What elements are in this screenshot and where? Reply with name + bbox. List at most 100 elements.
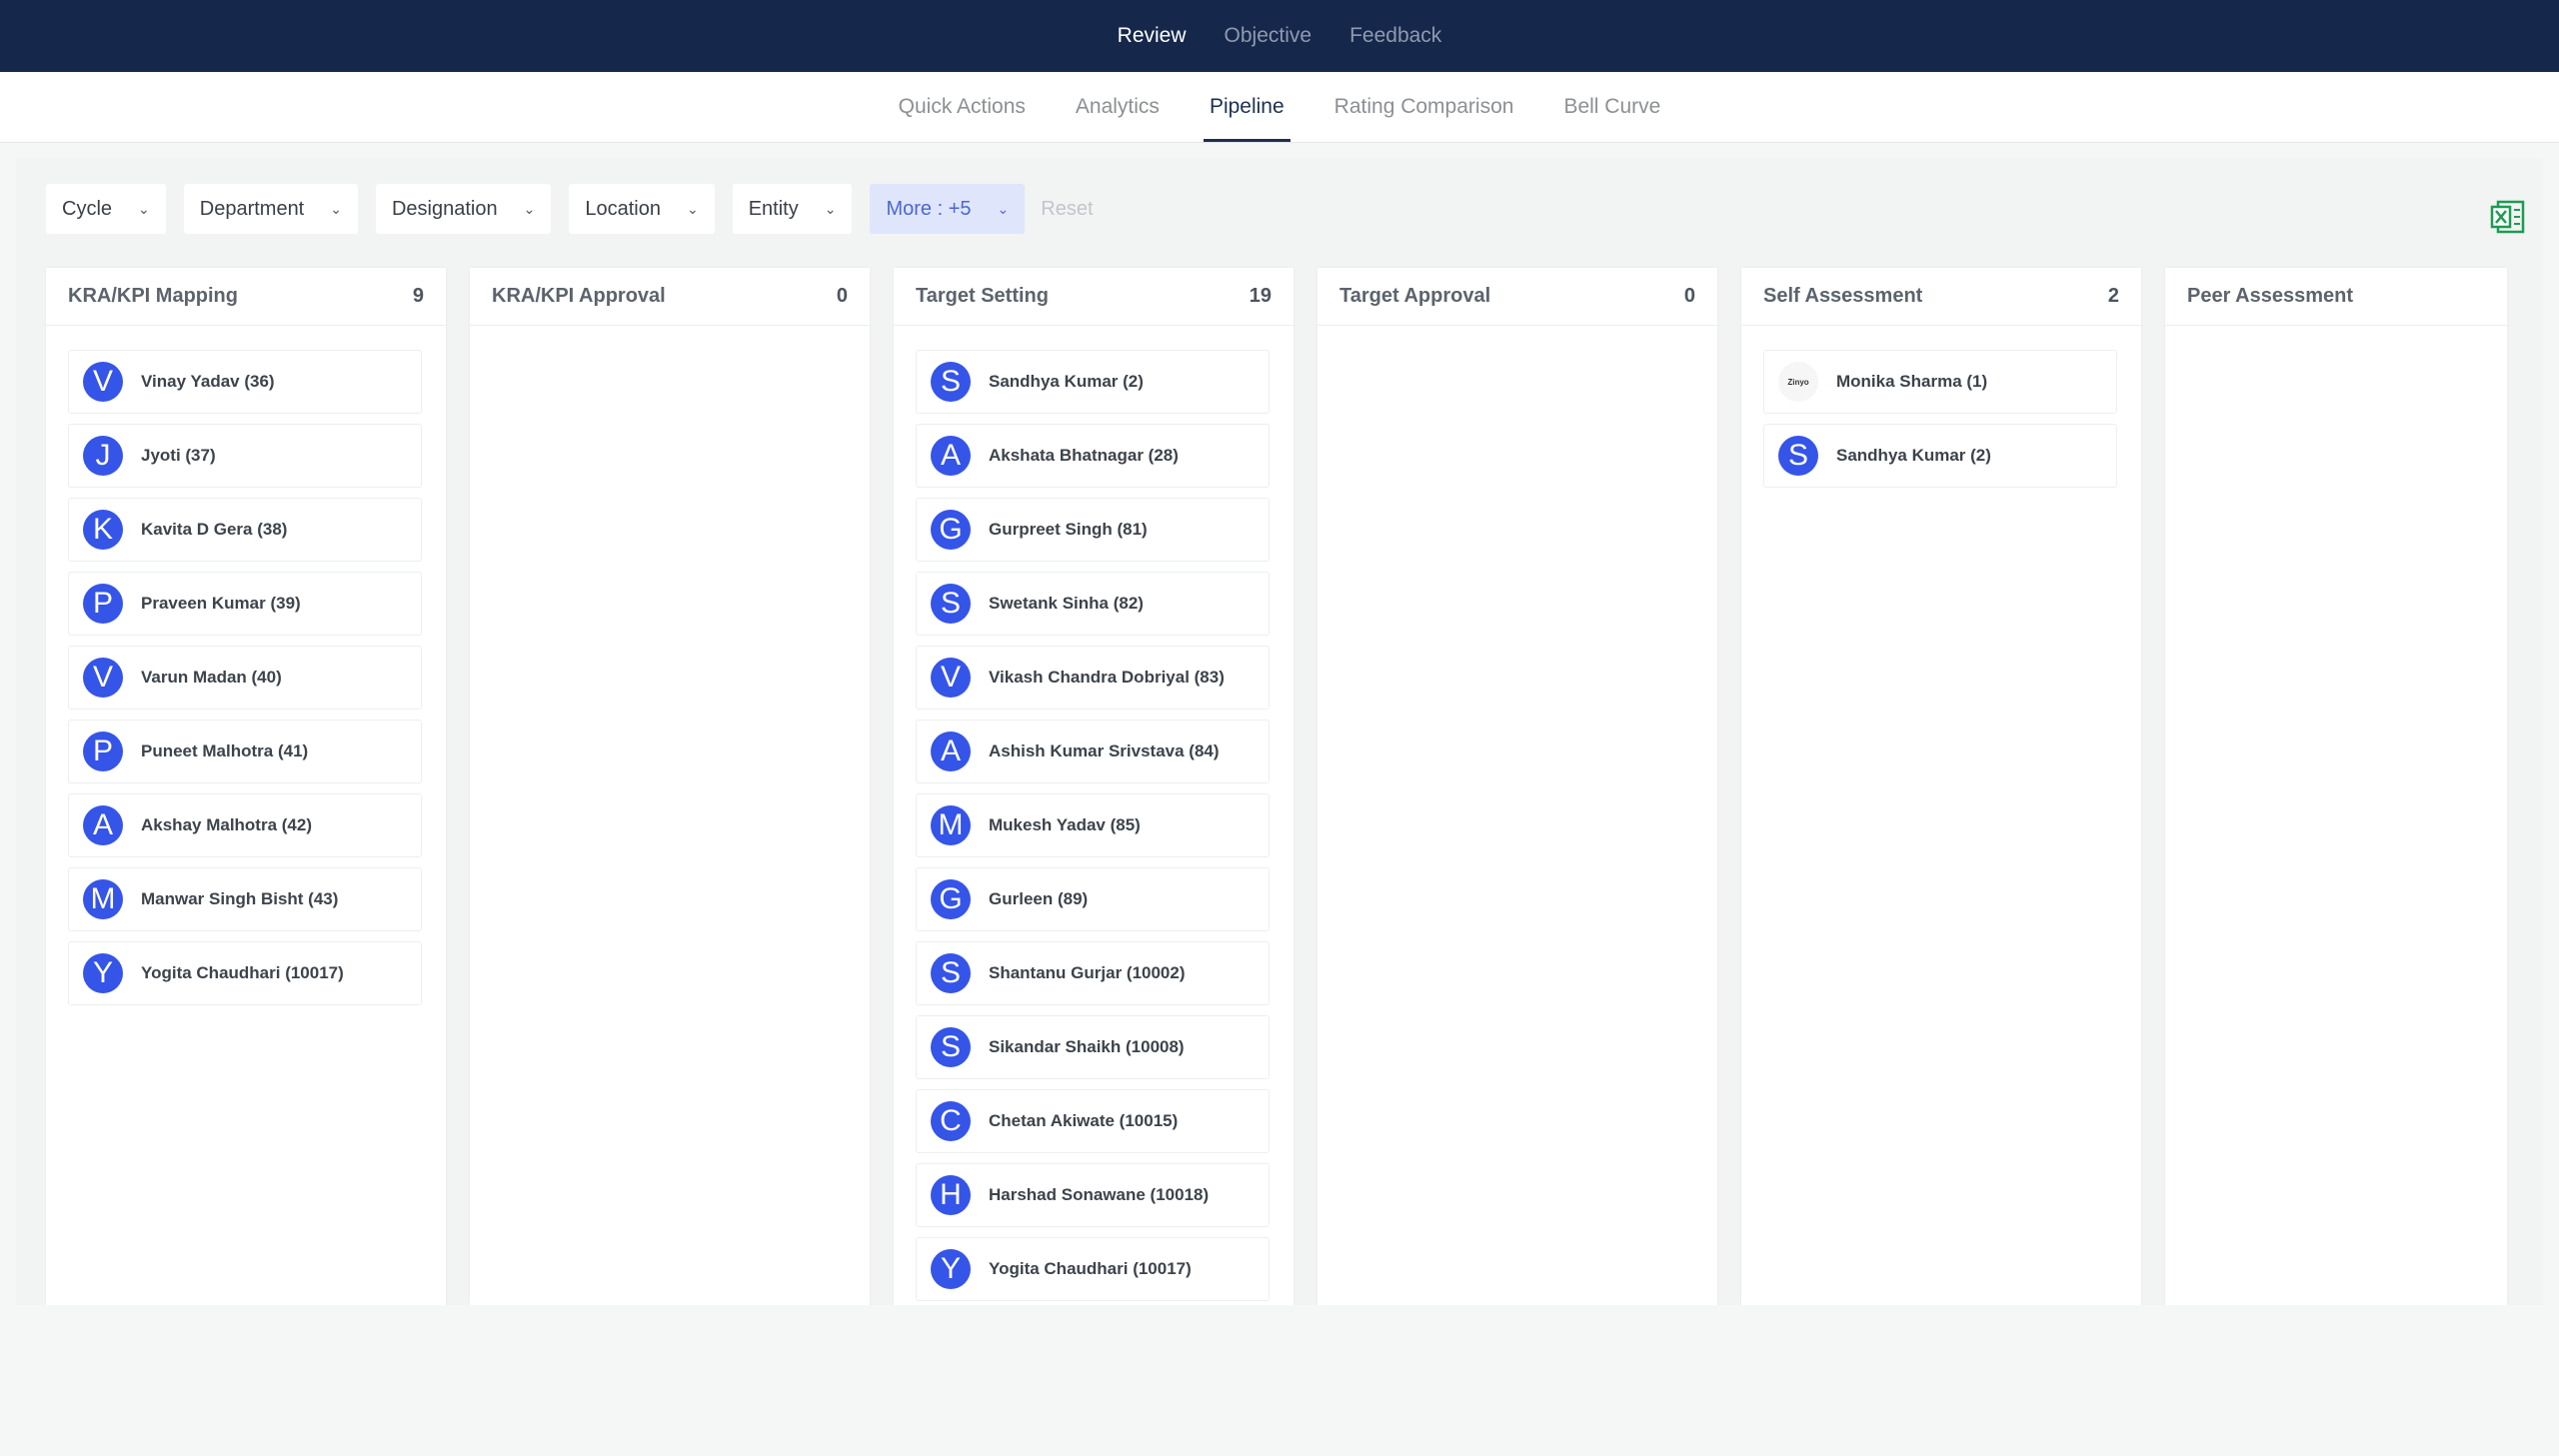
column-target-approval: Target Approval 0 <box>1317 268 1717 1305</box>
employee-card[interactable]: A Akshata Bhatnagar (28) <box>916 424 1270 488</box>
avatar: V <box>83 658 123 698</box>
reset-button[interactable]: Reset <box>1041 198 1093 221</box>
avatar: P <box>83 584 123 624</box>
employee-card[interactable]: V Vinay Yadav (36) <box>68 350 422 414</box>
employee-card[interactable]: V Varun Madan (40) <box>68 646 422 710</box>
employee-card[interactable]: G Gurleen (89) <box>916 867 1270 931</box>
filter-bar: Cycle ⌄ Department ⌄ Designation ⌄ Locat… <box>46 184 1094 234</box>
employee-card[interactable]: Zinyo Monika Sharma (1) <box>1763 350 2117 414</box>
designation-filter[interactable]: Designation ⌄ <box>375 184 552 234</box>
column-count-badge: 9 <box>412 285 424 307</box>
avatar: A <box>83 805 123 845</box>
column-self-assessment: Self Assessment 2 Zinyo Monika Sharma (1) S S… <box>1741 268 2141 1305</box>
tab-bell-curve[interactable]: Bell Curve <box>1557 95 1666 142</box>
avatar: G <box>931 879 971 919</box>
employee-card[interactable]: A Akshay Malhotra (42) <box>68 793 422 857</box>
employee-card[interactable]: H Harshad Sonawane (10018) <box>916 1163 1270 1227</box>
column-header: KRA/KPI Mapping 9 <box>46 268 446 326</box>
employee-card[interactable]: S Sandhya Kumar (2) <box>1763 424 2117 488</box>
tab-review[interactable]: Review <box>1118 24 1187 48</box>
employee-name: Yogita Chaudhari (10017) <box>989 1259 1192 1278</box>
employee-name: Gurpreet Singh (81) <box>989 520 1148 539</box>
column-count-badge: 19 <box>1249 285 1272 307</box>
avatar: V <box>83 362 123 402</box>
tab-feedback[interactable]: Feedback <box>1349 24 1441 48</box>
chevron-down-icon: ⌄ <box>138 200 150 217</box>
employee-name: Sikandar Shaikh (10008) <box>989 1037 1185 1056</box>
column-title: Self Assessment <box>1763 285 1923 307</box>
column-title: Target Approval <box>1339 285 1491 307</box>
employee-card[interactable]: S Sandhya Kumar (2) <box>916 350 1270 414</box>
chevron-down-icon: ⌄ <box>824 200 837 217</box>
employee-card[interactable]: M Mukesh Yadav (85) <box>916 793 1270 857</box>
avatar: S <box>1778 436 1818 476</box>
entity-filter[interactable]: Entity ⌄ <box>732 184 853 234</box>
column-title: Target Setting <box>916 285 1049 307</box>
designation-filter-label: Designation <box>391 197 498 220</box>
location-filter[interactable]: Location ⌄ <box>569 184 715 234</box>
column-header: Target Approval 0 <box>1317 268 1717 326</box>
column-count-badge: 2 <box>2107 285 2119 307</box>
employee-card[interactable]: Y Yogita Chaudhari (10017) <box>916 1237 1270 1301</box>
tab-objective[interactable]: Objective <box>1225 24 1312 48</box>
employee-name: Ashish Kumar Srivstava (84) <box>989 741 1220 760</box>
chevron-down-icon: ⌄ <box>523 200 536 217</box>
avatar: S <box>931 953 971 993</box>
avatar: J <box>83 436 123 476</box>
column-header: Self Assessment 2 <box>1741 268 2141 326</box>
employee-card[interactable]: P Puneet Malhotra (41) <box>68 720 422 783</box>
employee-card[interactable]: K Kavita D Gera (38) <box>68 498 422 562</box>
entity-filter-label: Entity <box>748 197 799 220</box>
tab-rating-comparison[interactable]: Rating Comparison <box>1328 95 1520 142</box>
department-filter[interactable]: Department ⌄ <box>183 184 358 234</box>
pipeline-board: KRA/KPI Mapping 9 V Vinay Yadav (36) J Jyoti … <box>46 268 2507 1305</box>
column-count-badge: 0 <box>836 285 848 307</box>
avatar: P <box>83 731 123 771</box>
employee-card[interactable]: M Manwar Singh Bisht (43) <box>68 867 422 931</box>
employee-card[interactable]: S Shantanu Gurjar (10002) <box>916 941 1270 1005</box>
column-header: KRA/KPI Approval 0 <box>470 268 870 326</box>
employee-name: Chetan Akiwate (10015) <box>989 1111 1179 1130</box>
top-nav: Review Objective Feedback <box>0 0 2559 72</box>
employee-name: Monika Sharma (1) <box>1836 372 1988 391</box>
department-filter-label: Department <box>199 197 305 220</box>
excel-icon[interactable] <box>2489 198 2527 236</box>
employee-card[interactable]: A Ashish Kumar Srivstava (84) <box>916 720 1270 783</box>
employee-card[interactable]: G Gurpreet Singh (81) <box>916 498 1270 562</box>
employee-name: Sandhya Kumar (2) <box>1836 446 1991 465</box>
avatar: A <box>931 731 971 771</box>
employee-card[interactable]: P Praveen Kumar (39) <box>68 572 422 636</box>
employee-name: Kavita D Gera (38) <box>141 520 288 539</box>
employee-card[interactable]: S Sikandar Shaikh (10008) <box>916 1015 1270 1079</box>
column-kra-kpi-approval: KRA/KPI Approval 0 <box>470 268 870 1305</box>
tab-quick-actions[interactable]: Quick Actions <box>893 95 1032 142</box>
employee-name: Mukesh Yadav (85) <box>989 815 1141 834</box>
card-list <box>470 326 870 350</box>
chevron-down-icon: ⌄ <box>997 200 1010 217</box>
employee-card[interactable]: J Jyoti (37) <box>68 424 422 488</box>
column-header: Peer Assessment <box>2165 268 2507 326</box>
employee-name: Gurleen (89) <box>989 889 1089 908</box>
employee-card[interactable]: V Vikash Chandra Dobriyal (83) <box>916 646 1270 710</box>
employee-name: Swetank Sinha (82) <box>989 594 1144 613</box>
employee-name: Yogita Chaudhari (10017) <box>141 963 344 982</box>
employee-card[interactable]: Y Yogita Chaudhari (10017) <box>68 941 422 1005</box>
employee-card[interactable]: S Swetank Sinha (82) <box>916 572 1270 636</box>
card-list: S Sandhya Kumar (2) A Akshata Bhatnagar (28… <box>894 326 1293 1301</box>
column-kra-kpi-mapping: KRA/KPI Mapping 9 V Vinay Yadav (36) J Jyoti … <box>46 268 446 1305</box>
more-filters-button[interactable]: More : +5 ⌄ <box>870 184 1026 234</box>
page-footer-area <box>0 1305 2559 1456</box>
tab-pipeline[interactable]: Pipeline <box>1203 95 1290 142</box>
column-title: KRA/KPI Mapping <box>68 285 238 307</box>
employee-name: Akshay Malhotra (42) <box>141 815 312 834</box>
avatar: Y <box>931 1249 971 1289</box>
tab-analytics[interactable]: Analytics <box>1070 95 1166 142</box>
avatar: M <box>83 879 123 919</box>
column-count-badge: 0 <box>1683 285 1695 307</box>
chevron-down-icon: ⌄ <box>330 200 342 217</box>
employee-card[interactable]: C Chetan Akiwate (10015) <box>916 1089 1270 1153</box>
avatar: M <box>931 805 971 845</box>
avatar: G <box>931 510 971 550</box>
employee-name: Jyoti (37) <box>141 446 216 465</box>
cycle-filter[interactable]: Cycle ⌄ <box>46 184 166 234</box>
